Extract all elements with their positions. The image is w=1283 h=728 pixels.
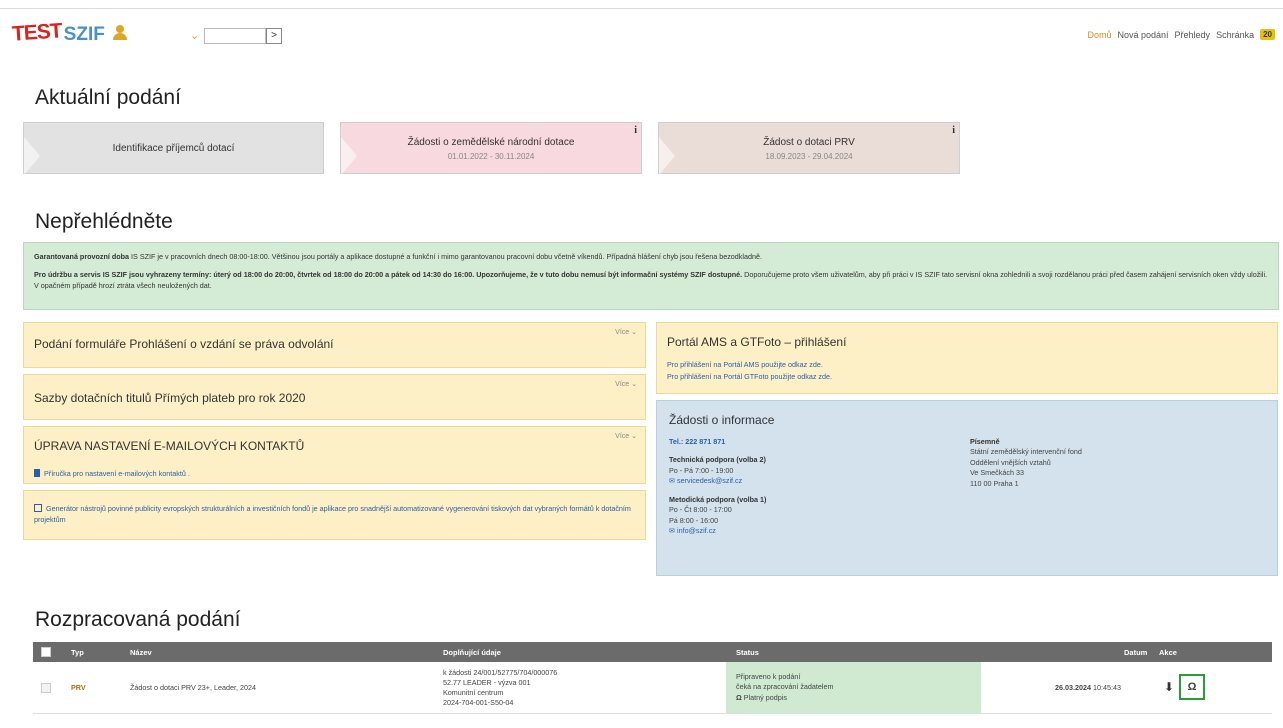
card-direct-payments[interactable]: Více ⌄ Sazby dotačních titulů Přímých pl… bbox=[23, 374, 646, 420]
status-signature: Ω Platný podpis bbox=[736, 692, 787, 702]
tech-support-email[interactable]: ✉ servicedesk@szif.cz bbox=[669, 476, 766, 486]
row-extra: k žádosti 24/001/52775/704/000076 52.77 … bbox=[443, 668, 558, 708]
generator-link[interactable]: Generátor nástrojů povinné publicity evr… bbox=[34, 504, 634, 526]
download-icon[interactable]: ⬇ bbox=[1164, 680, 1174, 694]
card-email-contacts[interactable]: Více ⌄ ÚPRAVA NASTAVENÍ E-MAILOVÝCH KONT… bbox=[23, 426, 646, 484]
nav-home[interactable]: Domů bbox=[1087, 30, 1111, 40]
tech-support-label: Technická podpora (volba 2) bbox=[669, 455, 766, 465]
tile-title: Žádosti o zemědělské národní dotace bbox=[407, 137, 575, 148]
tile-arrow-icon bbox=[341, 137, 357, 175]
drafts-table: Typ Název Doplňující údaje Status Datum … bbox=[33, 642, 1272, 714]
tile-national-subsidies[interactable]: i Žádosti o zemědělské národní dotace 01… bbox=[340, 122, 642, 175]
card-title: Podání formuláře Prohlášení o vzdání se … bbox=[34, 337, 334, 351]
card-title: Sazby dotačních titulů Přímých plateb pr… bbox=[34, 391, 306, 405]
row-type: PRV bbox=[71, 683, 86, 692]
notice-box: Garantovaná provozní doba IS SZIF je v p… bbox=[23, 242, 1279, 310]
portal-ams-link[interactable]: Pro přihlášení na Portál AMS použijte od… bbox=[667, 359, 832, 371]
signature-icon: Ω bbox=[736, 692, 744, 702]
phone-number[interactable]: Tel.: 222 871 871 bbox=[669, 437, 766, 447]
tile-prv[interactable]: i Žádost o dotaci PRV 18.09.2023 - 29.04… bbox=[658, 122, 960, 175]
inbox-count-badge: 20 bbox=[1260, 29, 1275, 40]
notice-p2-bold: Pro údržbu a servis IS SZIF jsou vyhraze… bbox=[34, 270, 743, 280]
info-icon[interactable]: i bbox=[952, 125, 955, 136]
info-icon[interactable]: i bbox=[634, 125, 637, 136]
card-title: Portál AMS a GTFoto – přihlášení bbox=[667, 335, 847, 349]
tile-arrow-icon bbox=[24, 137, 40, 175]
post-line-1: Státní zemědělský intervenční fond bbox=[970, 447, 1082, 457]
chevron-down-icon[interactable]: ⌄ bbox=[190, 29, 199, 42]
nav-overviews[interactable]: Přehledy bbox=[1175, 30, 1211, 40]
tile-arrow-icon bbox=[659, 137, 675, 175]
top-bar: TEST SZIF ⌄ > Domů Nová podání Přehledy … bbox=[0, 8, 1283, 52]
portal-gtfoto-link[interactable]: Pro přihlášení na Portál GTFoto použijte… bbox=[667, 371, 832, 383]
nav-new[interactable]: Nová podání bbox=[1117, 30, 1168, 40]
logo-test: TEST bbox=[11, 19, 63, 46]
method-support-label: Metodická podpora (volba 1) bbox=[669, 494, 767, 504]
mail-icon: ✉ bbox=[669, 526, 678, 536]
status-line-2: čeká na zpracování žadatelem bbox=[736, 682, 834, 692]
col-date[interactable]: Datum bbox=[1124, 648, 1147, 657]
manual-link[interactable]: Příručka pro nastavení e-mailových konta… bbox=[34, 463, 190, 481]
section-title-notice: Nepřehlédněte bbox=[35, 210, 173, 233]
external-link-icon bbox=[34, 504, 42, 512]
logo[interactable]: TEST SZIF bbox=[11, 19, 127, 46]
col-actions: Akce bbox=[1159, 648, 1177, 657]
method-support-hours-1: Po - Čt 8:00 - 17:00 bbox=[669, 505, 732, 515]
tile-dates: 01.01.2022 - 30.11.2024 bbox=[447, 152, 535, 161]
row-name[interactable]: Žádost o dotaci PRV 23+, Leader, 2024 bbox=[130, 683, 256, 692]
document-icon bbox=[34, 469, 40, 477]
more-toggle[interactable]: Více ⌄ bbox=[615, 328, 637, 336]
card-info-requests: Žádosti o informace Tel.: 222 871 871 Te… bbox=[656, 400, 1278, 576]
card-title: ÚPRAVA NASTAVENÍ E-MAILOVÝCH KONTAKTŮ bbox=[34, 439, 305, 453]
go-button[interactable]: > bbox=[266, 28, 282, 44]
card-portal-ams: Portál AMS a GTFoto – přihlášení Pro při… bbox=[656, 322, 1278, 394]
tile-dates: 18.09.2023 - 29.04.2024 bbox=[765, 152, 853, 161]
notice-p1-text: IS SZIF je v pracovních dnech 08:00-18:0… bbox=[129, 252, 762, 261]
tile-title: Identifikace příjemců dotací bbox=[112, 143, 235, 154]
method-support-email[interactable]: ✉ info@szif.cz bbox=[669, 526, 766, 536]
table-row[interactable]: PRV Žádost o dotaci PRV 23+, Leader, 202… bbox=[33, 662, 1272, 714]
card-publicity-generator[interactable]: Generátor nástrojů povinné publicity evr… bbox=[23, 490, 646, 540]
select-all-checkbox[interactable] bbox=[41, 647, 51, 657]
logo-szif: SZIF bbox=[63, 24, 105, 45]
notice-p1-bold: Garantovaná provozní doba bbox=[34, 252, 130, 261]
col-name[interactable]: Název bbox=[130, 648, 152, 657]
subject-select-input[interactable] bbox=[204, 28, 266, 44]
post-line-2: Oddělení vnějších vztahů bbox=[970, 457, 1051, 467]
more-toggle[interactable]: Více ⌄ bbox=[615, 432, 637, 440]
section-title-drafts: Rozpracovaná podání bbox=[35, 608, 241, 631]
table-header: Typ Název Doplňující údaje Status Datum … bbox=[33, 642, 1272, 662]
row-date: 26.03.2024 10:45:43 bbox=[1055, 683, 1121, 692]
post-line-3: Ve Smečkách 33 bbox=[970, 468, 1024, 478]
user-icon[interactable] bbox=[112, 25, 127, 41]
status-line-1: Připraveno k podání bbox=[736, 672, 801, 681]
card-title: Žádosti o informace bbox=[669, 413, 775, 427]
post-line-4: 110 00 Praha 1 bbox=[970, 478, 1019, 488]
top-nav: Domů Nová podání Přehledy Schránka 20 bbox=[1087, 29, 1275, 40]
tech-support-hours: Po - Pá 7:00 - 19:00 bbox=[669, 465, 734, 475]
sign-button[interactable]: Ω bbox=[1179, 674, 1205, 700]
row-status: Připraveno k podání čeká na zpracování ž… bbox=[726, 662, 981, 714]
col-extra[interactable]: Doplňující údaje bbox=[443, 648, 501, 657]
col-status[interactable]: Status bbox=[736, 648, 759, 657]
row-checkbox[interactable] bbox=[41, 683, 51, 693]
mail-icon: ✉ bbox=[669, 476, 678, 486]
col-type[interactable]: Typ bbox=[71, 648, 84, 657]
nav-inbox[interactable]: Schránka bbox=[1216, 30, 1254, 40]
method-support-hours-2: Pá 8:00 - 16:00 bbox=[669, 515, 719, 525]
post-label: Písemně bbox=[970, 437, 1000, 446]
section-title-current: Aktuální podání bbox=[35, 86, 181, 109]
more-toggle[interactable]: Více ⌄ bbox=[615, 380, 637, 388]
tile-identification[interactable]: Identifikace příjemců dotací bbox=[23, 122, 324, 175]
tile-title: Žádost o dotaci PRV bbox=[763, 137, 855, 148]
card-appeal-waiver[interactable]: Více ⌄ Podání formuláře Prohlášení o vzd… bbox=[23, 322, 646, 368]
